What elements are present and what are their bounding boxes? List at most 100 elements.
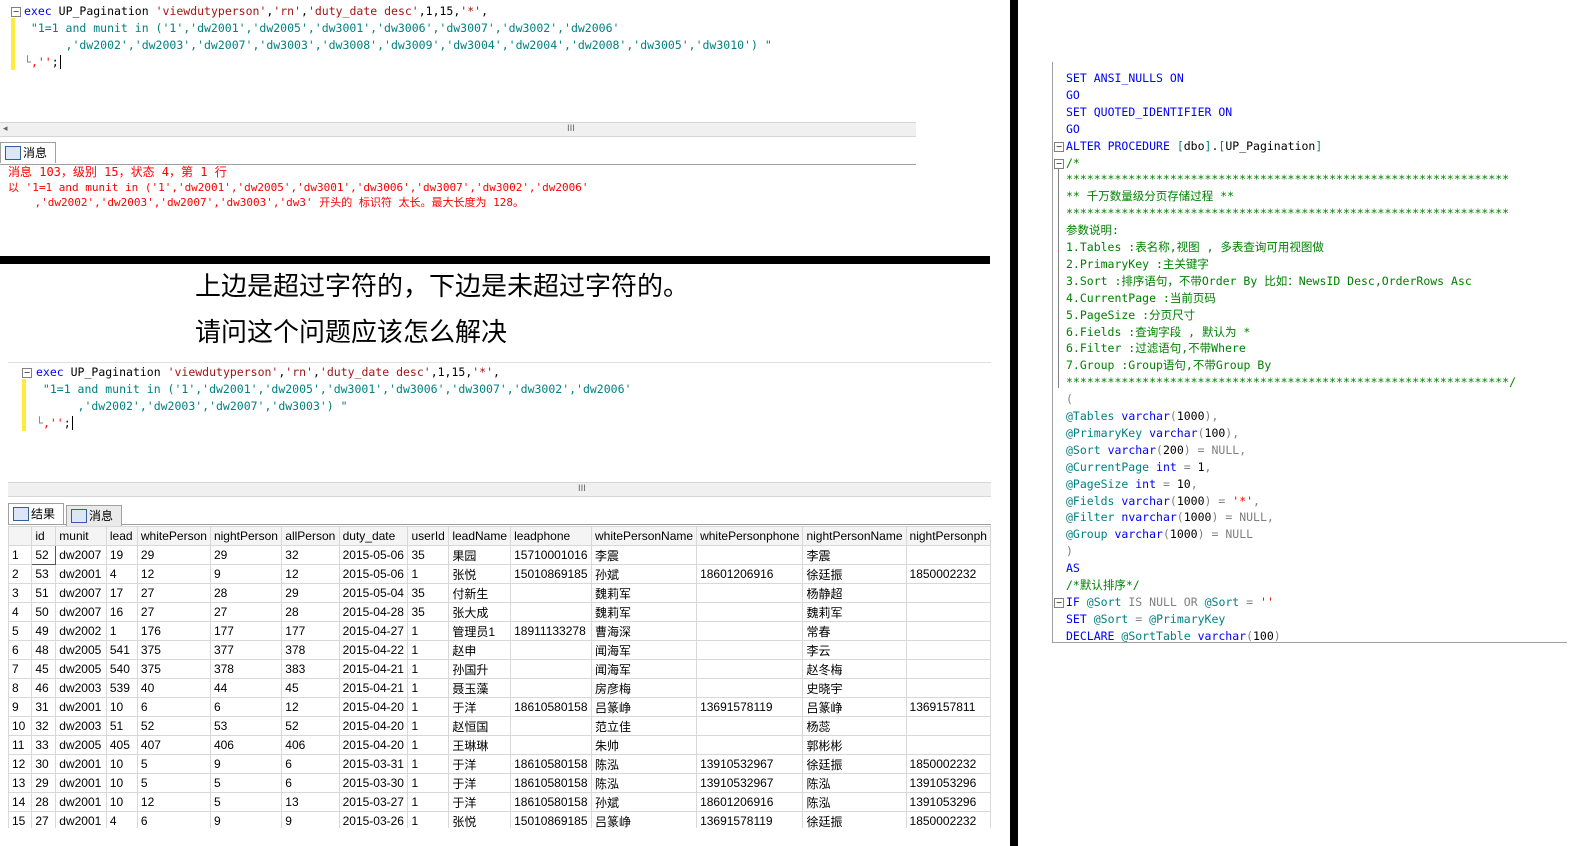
table-cell[interactable]: 377 (209, 640, 283, 660)
table-cell[interactable]: 12 (281, 564, 340, 584)
table-cell[interactable]: dw2003 (55, 678, 107, 698)
table-cell[interactable]: 孙国升 (448, 659, 512, 679)
table-cell[interactable]: 27 (31, 811, 57, 828)
table-cell[interactable]: 40 (136, 678, 211, 698)
top-query-editor[interactable]: − exec UP_Pagination 'viewdutyperson','r… (0, 0, 916, 122)
table-cell[interactable]: 18610580158 (510, 773, 593, 793)
table-cell[interactable]: 406 (209, 735, 283, 755)
column-header[interactable]: nightPersonph (905, 526, 991, 546)
table-cell[interactable]: 2015-03-31 (338, 754, 409, 774)
table-cell[interactable] (696, 583, 804, 603)
table-cell[interactable] (696, 678, 804, 698)
column-header[interactable]: whitePersonName (591, 526, 698, 546)
table-cell[interactable]: 1 (407, 640, 450, 660)
table-cell[interactable]: 13 (281, 792, 340, 812)
table-cell[interactable]: 孙斌 (591, 564, 698, 584)
table-cell[interactable]: 5 (209, 792, 283, 812)
table-cell[interactable]: 1 (407, 792, 450, 812)
table-cell[interactable]: 管理员1 (448, 621, 512, 641)
table-cell[interactable] (696, 621, 804, 641)
table-row[interactable]: 3 51 dw2007 17 27 28 29 2015-05-04 35 付新生 魏莉军 杨静超 (8, 583, 991, 603)
table-cell[interactable]: 2015-05-06 (338, 545, 409, 565)
table-cell[interactable]: 2015-03-30 (338, 773, 409, 793)
table-cell[interactable]: 5 (209, 773, 283, 793)
column-header[interactable] (8, 526, 33, 546)
table-cell[interactable]: dw2001 (55, 811, 107, 828)
alter-collapse-icon[interactable]: − (1054, 141, 1064, 152)
column-header[interactable]: userId (407, 526, 450, 546)
table-cell[interactable]: 51 (105, 716, 138, 736)
table-cell[interactable]: dw2007 (55, 545, 107, 565)
table-cell[interactable]: 张大成 (448, 602, 512, 622)
table-cell[interactable]: 12 (281, 697, 340, 717)
table-cell[interactable]: 406 (281, 735, 340, 755)
table-cell[interactable]: 2015-05-04 (338, 583, 409, 603)
table-cell[interactable]: 聂玉藻 (448, 678, 512, 698)
table-cell[interactable]: dw2007 (55, 602, 107, 622)
table-row[interactable]: 5 49 dw2002 1 176 177 177 2015-04-27 1 管理员1 189111… (8, 621, 991, 641)
table-cell[interactable]: 407 (136, 735, 211, 755)
table-cell[interactable]: 2015-04-22 (338, 640, 409, 660)
table-cell[interactable] (905, 602, 991, 622)
row-number[interactable]: 6 (8, 640, 33, 660)
table-cell[interactable]: 魏莉军 (591, 602, 698, 622)
row-number[interactable]: 5 (8, 621, 33, 641)
table-cell[interactable]: 1 (407, 773, 450, 793)
table-cell[interactable]: 于洋 (448, 792, 512, 812)
row-number[interactable]: 4 (8, 602, 33, 622)
table-cell[interactable]: 28 (209, 583, 283, 603)
column-header[interactable]: leadphone (510, 526, 593, 546)
table-cell[interactable]: dw2001 (55, 564, 107, 584)
table-cell[interactable]: 于洋 (448, 754, 512, 774)
column-header[interactable]: whitePerson (136, 526, 211, 546)
table-cell[interactable]: 33 (31, 735, 57, 755)
table-cell[interactable]: 1391053296 (905, 773, 991, 793)
table-cell[interactable]: 闻海军 (591, 640, 698, 660)
table-cell[interactable]: 1 (407, 659, 450, 679)
table-cell[interactable]: 1850002232 (905, 754, 991, 774)
table-cell[interactable]: 1 (105, 621, 138, 641)
collapse-toggle-icon[interactable]: − (22, 368, 32, 378)
table-cell[interactable]: 1 (407, 754, 450, 774)
row-number[interactable]: 2 (8, 564, 33, 584)
table-cell[interactable]: 27 (209, 602, 283, 622)
table-cell[interactable] (696, 735, 804, 755)
table-cell[interactable]: 孙斌 (591, 792, 698, 812)
table-cell[interactable]: 赵冬梅 (802, 659, 907, 679)
table-cell[interactable]: 32 (31, 716, 57, 736)
table-cell[interactable]: 176 (136, 621, 211, 641)
table-cell[interactable] (905, 583, 991, 603)
table-cell[interactable]: 53 (209, 716, 283, 736)
table-cell[interactable]: 375 (136, 640, 211, 660)
table-cell[interactable]: 闻海军 (591, 659, 698, 679)
table-cell[interactable]: 2015-03-27 (338, 792, 409, 812)
bottom-editor-hscrollbar[interactable]: III (8, 482, 991, 497)
scroll-grip[interactable]: III (578, 484, 586, 494)
table-cell[interactable] (905, 545, 991, 565)
table-cell[interactable]: 29 (31, 773, 57, 793)
table-cell[interactable]: 果园 (448, 545, 512, 565)
table-cell[interactable] (696, 545, 804, 565)
row-number[interactable]: 1 (8, 545, 33, 565)
table-cell[interactable]: 1 (407, 564, 450, 584)
table-cell[interactable]: 张悦 (448, 811, 512, 828)
table-cell[interactable]: 1369157811 (905, 697, 991, 717)
table-cell[interactable]: 2015-04-28 (338, 602, 409, 622)
table-cell[interactable]: 朱帅 (591, 735, 698, 755)
table-cell[interactable]: 王琳琳 (448, 735, 512, 755)
table-cell[interactable]: 35 (407, 583, 450, 603)
table-cell[interactable]: 6 (281, 773, 340, 793)
table-row[interactable]: 9 31 dw2001 10 6 6 12 2015-04-20 1 于洋 18610580158 吕… (8, 697, 991, 717)
table-cell[interactable]: 1850002232 (905, 564, 991, 584)
table-cell[interactable]: 10 (105, 773, 138, 793)
table-cell[interactable]: 2015-04-27 (338, 621, 409, 641)
table-cell[interactable] (696, 640, 804, 660)
table-cell[interactable]: 16 (105, 602, 138, 622)
table-cell[interactable] (905, 678, 991, 698)
table-cell[interactable]: 52 (136, 716, 211, 736)
table-cell[interactable] (905, 659, 991, 679)
table-cell[interactable]: 177 (209, 621, 283, 641)
row-number[interactable]: 7 (8, 659, 33, 679)
table-cell[interactable]: 徐廷振 (802, 564, 907, 584)
table-cell[interactable]: 陈泓 (591, 773, 698, 793)
